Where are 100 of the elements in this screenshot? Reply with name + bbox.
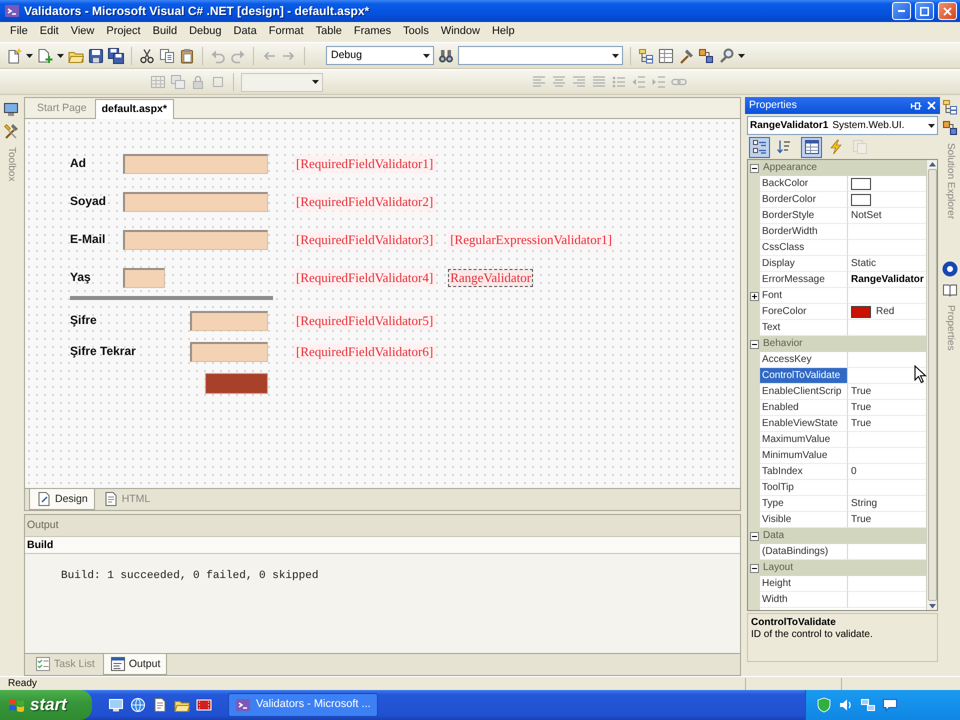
close-button[interactable]: [938, 2, 957, 20]
start-button[interactable]: start: [0, 690, 92, 720]
menu-item[interactable]: Project: [100, 24, 147, 40]
property-name[interactable]: ControlToValidate: [760, 368, 848, 384]
tree-icon[interactable]: [942, 99, 958, 115]
caret-icon[interactable]: [738, 54, 745, 58]
caret-icon[interactable]: [57, 54, 64, 58]
validator-text[interactable]: [RegularExpressionValidator1]: [448, 231, 614, 249]
menu-item[interactable]: Edit: [34, 24, 65, 40]
property-name[interactable]: TabIndex: [760, 464, 848, 480]
menu-item[interactable]: Window: [434, 24, 486, 40]
validator-text[interactable]: RangeValidator: [448, 269, 534, 287]
collapse-icon[interactable]: [750, 164, 758, 172]
page-icon[interactable]: [152, 697, 168, 713]
scrollbar[interactable]: [926, 160, 937, 610]
monitor-icon[interactable]: [108, 697, 124, 713]
maximize-button[interactable]: [915, 2, 934, 20]
property-name[interactable]: MinimumValue: [760, 448, 848, 464]
text-input[interactable]: [123, 230, 268, 250]
field-label: Ad: [70, 156, 86, 170]
tree-icon[interactable]: [638, 48, 654, 64]
collapse-icon[interactable]: [750, 340, 758, 348]
output-pane-selector[interactable]: Build: [25, 536, 740, 554]
validator-text[interactable]: [RequiredFieldValidator6]: [294, 343, 436, 361]
categorized-button[interactable]: [749, 136, 770, 158]
property-name[interactable]: EnableViewState: [760, 416, 848, 432]
menu-item[interactable]: Debug: [183, 24, 228, 40]
menu-item[interactable]: Tools: [397, 24, 435, 40]
close-icon[interactable]: [927, 101, 936, 110]
minimize-button[interactable]: [892, 2, 911, 20]
text-input[interactable]: [123, 192, 268, 212]
property-name[interactable]: Font: [760, 288, 848, 304]
text-input[interactable]: [123, 268, 165, 288]
menu-item[interactable]: Table: [310, 24, 348, 40]
menu-item[interactable]: Build: [146, 24, 184, 40]
property-name[interactable]: EnableClientScrip: [760, 384, 848, 400]
configuration-dropdown[interactable]: Debug: [326, 46, 434, 65]
panel-tab[interactable]: Output: [102, 654, 168, 675]
clipboard-icon[interactable]: [179, 48, 195, 64]
form-button[interactable]: [205, 373, 268, 394]
property-name[interactable]: Height: [760, 576, 848, 592]
add-file-icon[interactable]: [37, 48, 53, 64]
boxes-icon[interactable]: [942, 120, 958, 136]
property-name[interactable]: Width: [760, 592, 848, 608]
magnifier-icon[interactable]: [718, 48, 734, 64]
text-input[interactable]: [123, 154, 268, 174]
property-name[interactable]: Display: [760, 256, 848, 272]
property-name[interactable]: ToolTip: [760, 480, 848, 496]
crossed-tools-icon[interactable]: [3, 123, 19, 139]
validator-text[interactable]: [RequiredFieldValidator1]: [294, 155, 436, 173]
grid-icon[interactable]: [658, 48, 674, 64]
shield-icon[interactable]: [816, 697, 832, 713]
scissors-icon[interactable]: [139, 48, 155, 64]
menu-item[interactable]: Frames: [348, 24, 398, 40]
scroll-thumb[interactable]: [928, 169, 936, 601]
validator-text[interactable]: [RequiredFieldValidator3]: [294, 231, 436, 249]
view-tab[interactable]: Design: [29, 489, 95, 510]
password-input[interactable]: [190, 311, 268, 331]
property-name[interactable]: CssClass: [760, 240, 848, 256]
property-name[interactable]: Enabled: [760, 400, 848, 416]
properties-button[interactable]: [801, 136, 822, 158]
pin-icon[interactable]: [910, 100, 922, 112]
property-name[interactable]: BorderColor: [760, 192, 848, 208]
computer-icon[interactable]: [3, 101, 19, 117]
disc-icon[interactable]: [942, 261, 958, 278]
chat-icon[interactable]: [882, 697, 898, 713]
validator-text[interactable]: [RequiredFieldValidator2]: [294, 193, 436, 211]
panel-title: Properties: [749, 99, 797, 112]
binoculars-icon[interactable]: [438, 48, 454, 64]
property-name[interactable]: BackColor: [760, 176, 848, 192]
taskbar-button[interactable]: Validators - Microsoft ...: [228, 693, 378, 717]
copy-icon[interactable]: [159, 48, 175, 64]
caret-icon[interactable]: [26, 54, 33, 58]
menu-item[interactable]: File: [4, 24, 34, 40]
validator-text[interactable]: [RequiredFieldValidator4]: [294, 269, 436, 287]
property-name[interactable]: ForeColor: [760, 304, 848, 320]
property-name[interactable]: BorderStyle: [760, 208, 848, 224]
book-icon[interactable]: [942, 282, 958, 298]
property-name[interactable]: ErrorMessage: [760, 272, 848, 288]
menu-item[interactable]: View: [64, 24, 100, 40]
object-dropdown[interactable]: RangeValidator1 System.Web.UI.: [747, 116, 938, 135]
menu-item[interactable]: Help: [486, 24, 521, 40]
film-icon[interactable]: [196, 697, 212, 713]
collapse-icon[interactable]: [750, 564, 758, 572]
property-name[interactable]: MaximumValue: [760, 432, 848, 448]
new-file-icon[interactable]: [6, 48, 22, 64]
property-name[interactable]: BorderWidth: [760, 224, 848, 240]
floppy-disks-icon[interactable]: [108, 48, 124, 64]
menu-item[interactable]: Data: [228, 24, 263, 40]
hammer-icon[interactable]: [678, 48, 694, 64]
validator-text[interactable]: [RequiredFieldValidator5]: [294, 312, 436, 330]
network-icon[interactable]: [860, 697, 876, 713]
expand-icon[interactable]: [750, 292, 758, 300]
document-tab[interactable]: default.aspx*: [94, 99, 174, 119]
menu-item[interactable]: Format: [262, 24, 310, 40]
property-name[interactable]: Type: [760, 496, 848, 512]
collapse-icon[interactable]: [750, 532, 758, 540]
globe-icon[interactable]: [130, 697, 146, 713]
password-input[interactable]: [190, 342, 268, 362]
boxes-icon[interactable]: [698, 48, 714, 64]
